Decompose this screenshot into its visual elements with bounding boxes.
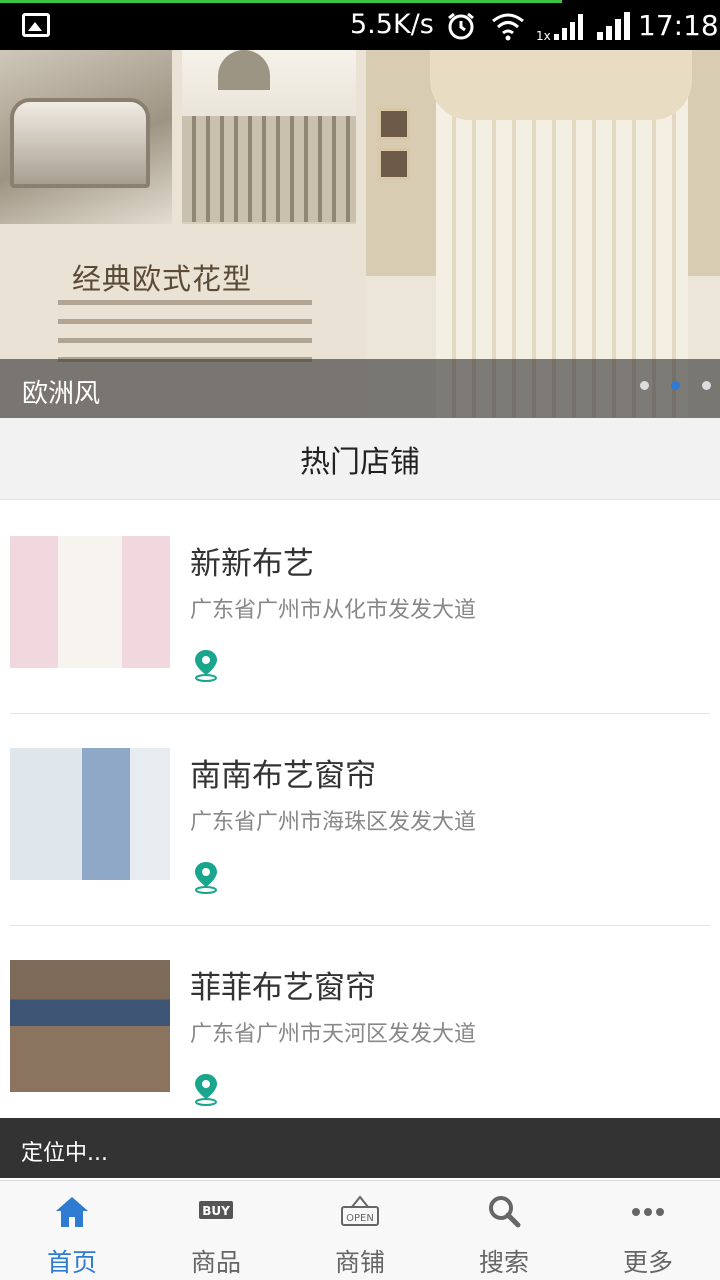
network-speed: 5.5K/s bbox=[350, 9, 434, 40]
shop-name[interactable]: 菲菲布艺窗帘 bbox=[190, 962, 376, 1007]
tab-shops[interactable]: OPEN 商铺 bbox=[288, 1181, 432, 1280]
banner-caption: 欧洲风 bbox=[22, 379, 101, 409]
carousel-dot-active[interactable] bbox=[671, 381, 680, 390]
carousel-dot[interactable] bbox=[702, 381, 711, 390]
search-icon bbox=[489, 1196, 521, 1228]
tab-goods[interactable]: BUY 商品 bbox=[144, 1181, 288, 1280]
alarm-icon bbox=[448, 12, 474, 40]
shop-thumbnail[interactable] bbox=[10, 748, 170, 880]
more-dots-icon bbox=[632, 1208, 664, 1216]
status-bar: 5.5K/s 1x 17:18 bbox=[0, 0, 720, 50]
signal-icon bbox=[597, 12, 630, 40]
tab-label: 首页 bbox=[46, 1248, 97, 1277]
bottom-tab-bar: 首页 BUY 商品 OPEN 商铺 搜索 更多 bbox=[0, 1180, 720, 1280]
clock: 17:18 bbox=[638, 9, 719, 42]
shop-thumbnail[interactable] bbox=[10, 536, 170, 668]
open-sign-icon: OPEN bbox=[341, 1195, 379, 1226]
banner-headline: 经典欧式花型 bbox=[72, 262, 253, 296]
image-notification-icon bbox=[22, 13, 50, 37]
wifi-icon bbox=[492, 13, 524, 41]
shop-thumbnail[interactable] bbox=[10, 960, 170, 1092]
tab-more[interactable]: 更多 bbox=[576, 1181, 720, 1280]
home-icon bbox=[56, 1197, 88, 1227]
section-title: 热门店铺 bbox=[0, 418, 720, 500]
signal-1x-icon: 1x bbox=[536, 14, 583, 42]
curtain-valance bbox=[430, 50, 692, 120]
shop-item[interactable]: 菲菲布艺窗帘 广东省广州市天河区发发大道 bbox=[10, 926, 710, 1138]
shop-address: 广东省广州市海珠区发发大道 bbox=[190, 810, 477, 835]
page-load-progress bbox=[0, 0, 562, 3]
wall-frame bbox=[378, 108, 410, 140]
shop-address: 广东省广州市从化市发发大道 bbox=[190, 598, 477, 623]
wall-frame bbox=[378, 148, 410, 180]
location-pin-icon[interactable] bbox=[192, 1072, 220, 1106]
svg-text:1x: 1x bbox=[536, 29, 551, 42]
building-shape bbox=[182, 116, 356, 222]
tab-label: 商品 bbox=[190, 1248, 241, 1277]
tab-search[interactable]: 搜索 bbox=[432, 1181, 576, 1280]
tab-label: 更多 bbox=[622, 1248, 673, 1277]
svg-text:BUY: BUY bbox=[202, 1204, 230, 1218]
carousel-indicator bbox=[640, 381, 711, 390]
shop-address: 广东省广州市天河区发发大道 bbox=[190, 1022, 477, 1047]
locating-toast: 定位中... bbox=[0, 1118, 720, 1178]
tab-label: 搜索 bbox=[478, 1248, 529, 1277]
buy-icon: BUY bbox=[199, 1201, 233, 1219]
tab-label: 商铺 bbox=[334, 1248, 385, 1277]
bed-shape bbox=[10, 98, 150, 188]
shop-name[interactable]: 南南布艺窗帘 bbox=[190, 750, 376, 795]
svg-text:OPEN: OPEN bbox=[346, 1213, 374, 1224]
banner-caption-bar bbox=[0, 359, 720, 418]
location-pin-icon[interactable] bbox=[192, 648, 220, 682]
carousel-dot[interactable] bbox=[640, 381, 649, 390]
banner-carousel[interactable]: 经典欧式花型 欧洲风 bbox=[0, 50, 720, 418]
shop-item[interactable]: 新新布艺 广东省广州市从化市发发大道 bbox=[10, 502, 710, 714]
location-pin-icon[interactable] bbox=[192, 860, 220, 894]
shop-name[interactable]: 新新布艺 bbox=[190, 538, 314, 583]
tab-home[interactable]: 首页 bbox=[0, 1181, 144, 1280]
shop-item[interactable]: 南南布艺窗帘 广东省广州市海珠区发发大道 bbox=[10, 714, 710, 926]
